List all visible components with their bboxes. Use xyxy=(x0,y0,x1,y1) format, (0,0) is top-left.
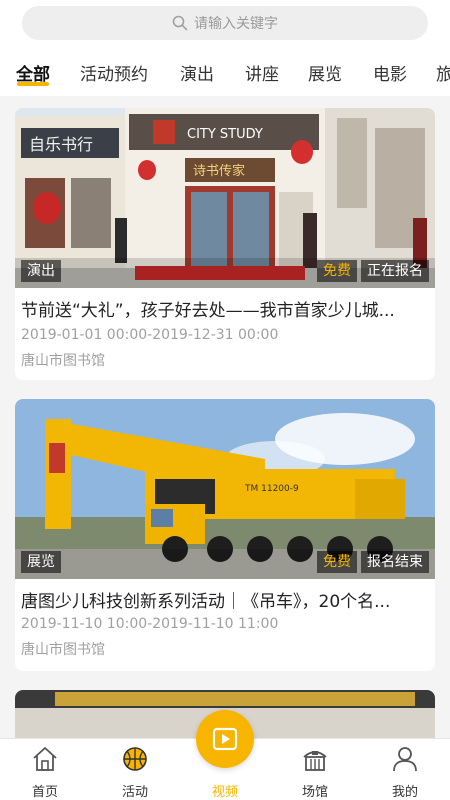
nav-venue[interactable]: 场馆 xyxy=(270,739,360,800)
storefront-sign-main: CITY STUDY xyxy=(187,127,263,142)
category-badge: 展览 xyxy=(21,551,61,573)
storefront-sign-door: 诗书传家 xyxy=(193,163,245,179)
crane-model-label: TM 11200-9 xyxy=(244,484,299,494)
nav-mine[interactable]: 我的 xyxy=(360,739,450,800)
storefront-sign-left: 自乐书行 xyxy=(29,135,93,154)
card-title: 唐图少儿科技创新系列活动｜《吊车》，20个名... xyxy=(21,592,391,612)
tab-activity-booking[interactable]: 活动预约 xyxy=(80,60,148,85)
nav-label: 我的 xyxy=(391,785,418,800)
activity-card[interactable]: TM 11200-9 展览 免费 报名结束 唐图少儿科技创新系列活动｜《吊车》，… xyxy=(15,399,435,671)
tab-travel[interactable]: 旅 xyxy=(436,60,450,85)
card-venue: 唐山市图书馆 xyxy=(21,353,105,369)
search-placeholder: 请输入关键字 xyxy=(194,16,278,32)
search-icon xyxy=(172,15,188,31)
activity-card[interactable]: 自乐书行 CITY STUDY 诗书传家 演出 免费 正在报名 节前送“大礼”，… xyxy=(15,108,435,380)
nav-label: 首页 xyxy=(31,785,58,800)
nav-home[interactable]: 首页 xyxy=(0,739,90,800)
status-badge: 报名结束 xyxy=(361,551,429,573)
fee-badge: 免费 xyxy=(317,260,357,282)
venue-icon xyxy=(303,751,327,771)
tab-exhibition[interactable]: 展览 xyxy=(308,60,342,85)
tab-performance[interactable]: 演出 xyxy=(180,60,214,85)
video-play-button[interactable] xyxy=(196,710,254,768)
nav-label: 视频 xyxy=(211,785,238,800)
category-tabs: 全部 活动预约 演出 讲座 展览 电影 旅 xyxy=(0,52,450,92)
nav-label: 场馆 xyxy=(301,785,328,800)
status-badge: 正在报名 xyxy=(361,260,429,282)
category-badge: 演出 xyxy=(21,260,61,282)
active-tab-indicator xyxy=(17,82,49,86)
card-venue: 唐山市图书馆 xyxy=(21,642,105,658)
nav-activity[interactable]: 活动 xyxy=(90,739,180,800)
top-bar: 请输入关键字 全部 活动预约 演出 讲座 展览 电影 旅 xyxy=(0,0,450,96)
tab-movie[interactable]: 电影 xyxy=(373,60,407,85)
nav-label: 活动 xyxy=(121,785,148,800)
tab-lecture[interactable]: 讲座 xyxy=(245,60,279,85)
basketball-icon xyxy=(123,747,147,771)
home-icon xyxy=(33,747,57,771)
card-time: 2019-01-01 00:00-2019-12-31 00:00 xyxy=(21,327,279,343)
search-input[interactable]: 请输入关键字 xyxy=(22,6,428,40)
card-title: 节前送“大礼”，孩子好去处——我市首家少儿城... xyxy=(21,301,395,321)
card-time: 2019-11-10 10:00-2019-11-10 11:00 xyxy=(21,616,279,632)
play-icon xyxy=(212,727,238,751)
fee-badge: 免费 xyxy=(317,551,357,573)
user-icon xyxy=(393,747,417,772)
